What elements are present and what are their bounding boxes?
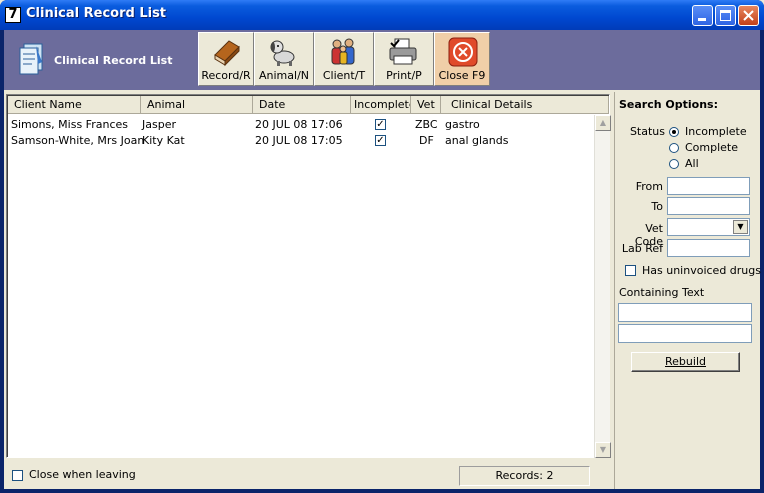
client-area: Clinical Record List Record/R Animal/N C…	[4, 30, 761, 489]
record-list[interactable]: Client Name Animal Date Incomplete Vet C…	[6, 94, 611, 458]
close-f9-button[interactable]: Close F9	[434, 32, 490, 86]
containing-text-field-1[interactable]	[618, 303, 752, 322]
col-animal[interactable]: Animal	[141, 96, 253, 114]
dog-icon	[270, 40, 295, 66]
cell-vet: ZBC	[415, 118, 438, 131]
uninvoiced-checkbox[interactable]	[625, 265, 636, 276]
clinical-record-icon	[19, 43, 43, 75]
cell-details: anal glands	[445, 134, 509, 147]
app-window: 7 Clinical Record List Clinical Record L…	[0, 0, 764, 493]
containing-text-field-2[interactable]	[618, 324, 752, 343]
radio-all[interactable]	[669, 159, 679, 169]
app-icon[interactable]: 7	[5, 7, 21, 23]
header-band: Clinical Record List Record/R Animal/N C…	[4, 30, 760, 90]
client-label: Client/T	[322, 69, 366, 82]
print-button[interactable]: Print/P	[374, 32, 434, 86]
status-label: Status	[629, 125, 665, 138]
scroll-up-button[interactable]: ▲	[595, 115, 611, 131]
cell-date: 20 JUL 08 17:06	[255, 118, 343, 131]
col-vet[interactable]: Vet	[411, 96, 441, 114]
client-button[interactable]: Client/T	[314, 32, 374, 86]
radio-incomplete[interactable]	[669, 127, 679, 137]
uninvoiced-label: Has uninvoiced drugs	[642, 264, 761, 277]
radio-incomplete-label: Incomplete	[685, 125, 747, 138]
to-label: To	[651, 200, 663, 213]
incomplete-checkbox[interactable]: ✓	[375, 119, 386, 130]
table-row[interactable]: Simons, Miss Frances Jasper 20 JUL 08 17…	[9, 117, 589, 133]
header-title: Clinical Record List	[54, 54, 173, 67]
rebuild-label: Rebuild	[665, 355, 706, 368]
lab-ref-label: Lab Ref	[621, 242, 663, 255]
print-label: Print/P	[386, 69, 422, 82]
cell-vet: DF	[419, 134, 434, 147]
cell-client: Simons, Miss Frances	[11, 118, 128, 131]
title-bar[interactable]: 7 Clinical Record List	[0, 0, 764, 30]
close-when-leaving-label: Close when leaving	[29, 468, 136, 481]
record-label: Record/R	[201, 69, 251, 82]
radio-complete-label: Complete	[685, 141, 739, 154]
minimize-button[interactable]	[692, 5, 713, 26]
col-incomplete[interactable]: Incomplete	[351, 96, 411, 114]
col-client-name[interactable]: Client Name	[8, 96, 141, 114]
table-row[interactable]: Samson-White, Mrs Joan Kity Kat 20 JUL 0…	[9, 133, 589, 149]
rebuild-button[interactable]: Rebuild	[631, 352, 740, 372]
animal-button[interactable]: Animal/N	[254, 32, 314, 86]
record-book-icon	[214, 40, 240, 67]
scroll-down-button[interactable]: ▼	[595, 442, 611, 458]
close-when-leaving[interactable]: Close when leaving	[12, 468, 136, 481]
maximize-button[interactable]	[715, 5, 736, 26]
cell-details: gastro	[445, 118, 480, 131]
from-field[interactable]	[667, 177, 750, 195]
cell-animal: Jasper	[142, 118, 176, 131]
from-label: From	[635, 180, 663, 193]
chevron-down-icon[interactable]: ▼	[733, 220, 748, 234]
col-clinical-details[interactable]: Clinical Details	[441, 96, 609, 114]
incomplete-checkbox[interactable]: ✓	[375, 135, 386, 146]
search-options-title: Search Options:	[619, 98, 718, 111]
animal-label: Animal/N	[259, 69, 309, 82]
close-f9-label: Close F9	[438, 69, 486, 82]
printer-icon	[389, 38, 417, 65]
cell-client: Samson-White, Mrs Joan	[11, 134, 145, 147]
search-options-panel: Search Options: Status Incomplete Comple…	[614, 92, 761, 489]
window-title: Clinical Record List	[26, 6, 167, 21]
vertical-scrollbar[interactable]: ▲ ▼	[594, 115, 611, 458]
containing-text-label: Containing Text	[619, 286, 705, 299]
cell-date: 20 JUL 08 17:05	[255, 134, 343, 147]
maximize-icon	[720, 10, 731, 21]
minimize-icon	[698, 18, 706, 21]
vet-code-select[interactable]: ▼	[667, 218, 750, 236]
close-circle-icon	[448, 37, 478, 67]
radio-all-label: All	[685, 157, 699, 170]
close-button[interactable]	[738, 5, 759, 26]
close-icon	[743, 10, 754, 21]
to-field[interactable]	[667, 197, 750, 215]
lab-ref-field[interactable]	[667, 239, 750, 257]
record-button[interactable]: Record/R	[198, 32, 254, 86]
radio-complete[interactable]	[669, 143, 679, 153]
people-icon	[331, 38, 355, 65]
records-count: Records: 2	[459, 466, 590, 486]
close-when-leaving-checkbox[interactable]	[12, 469, 23, 481]
cell-animal: Kity Kat	[142, 134, 185, 147]
col-date[interactable]: Date	[253, 96, 351, 114]
